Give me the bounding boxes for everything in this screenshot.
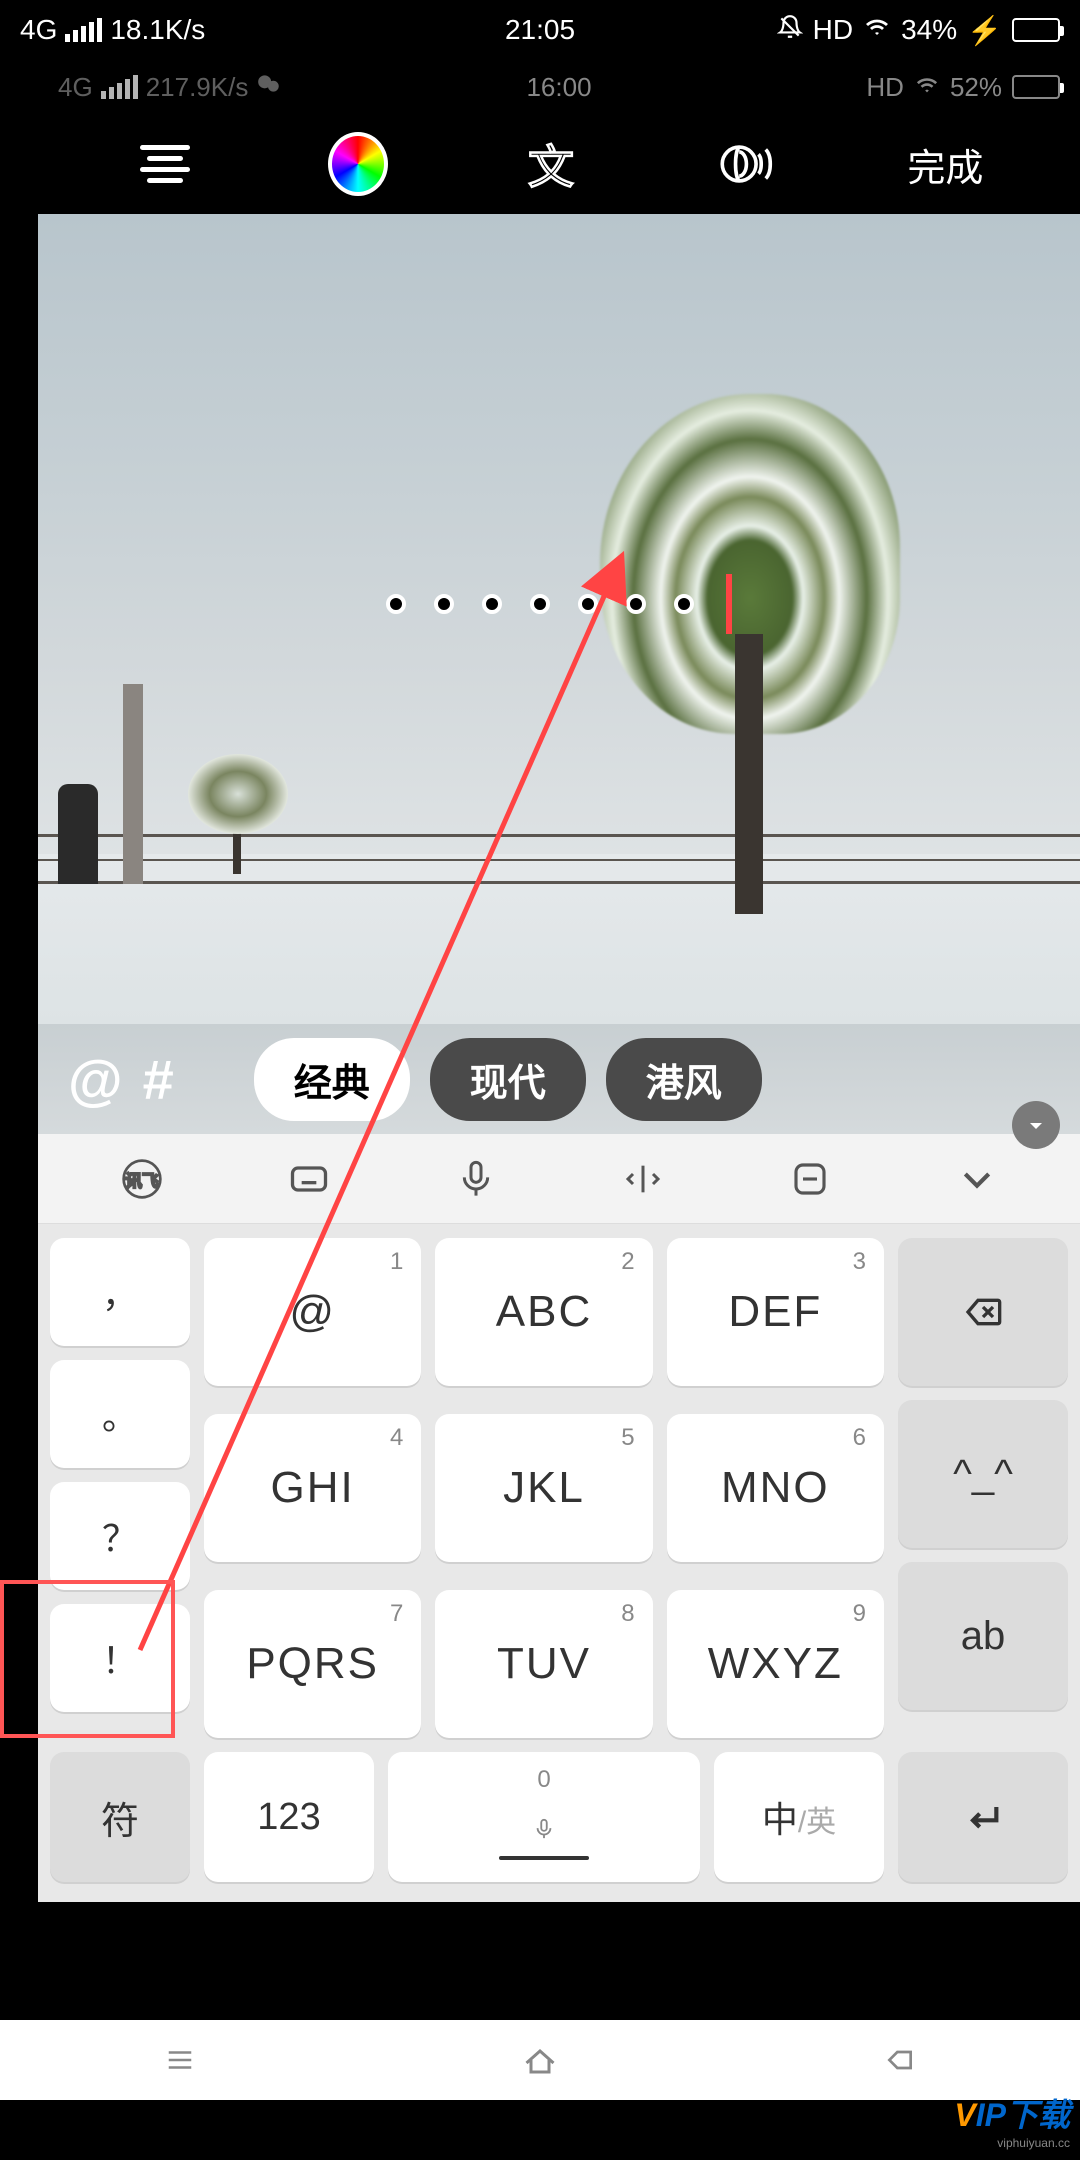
key-8-tuv[interactable]: 8TUV xyxy=(435,1590,652,1738)
enter-icon xyxy=(958,1797,1008,1837)
key-9-wxyz[interactable]: 9WXYZ xyxy=(667,1590,884,1738)
photo-tower xyxy=(123,684,143,884)
ime-toolbar: 讯飞 xyxy=(38,1134,1080,1224)
home-icon xyxy=(518,2042,562,2078)
charging-icon: ⚡ xyxy=(967,14,1002,47)
key-language[interactable]: 中/英 xyxy=(714,1752,884,1882)
key-3-def[interactable]: 3DEF xyxy=(667,1238,884,1386)
key-enter[interactable] xyxy=(898,1752,1068,1882)
inner-network: 4G xyxy=(58,72,93,103)
text-input-overlay[interactable] xyxy=(386,574,732,634)
style-modern[interactable]: 现代 xyxy=(430,1038,586,1121)
key-comma[interactable]: ， xyxy=(50,1238,190,1346)
inner-status-bar: 4G 217.9K/s 16:00 HD 52% xyxy=(38,60,1080,114)
photo-small-tree xyxy=(188,754,288,874)
signal-icon xyxy=(65,18,102,42)
nav-menu-button[interactable] xyxy=(150,2040,210,2080)
key-backspace[interactable] xyxy=(898,1238,1068,1386)
key-numbers[interactable]: 123 xyxy=(204,1752,374,1882)
mention-button[interactable]: @ xyxy=(68,1047,123,1112)
voice-button[interactable] xyxy=(714,134,774,194)
inner-battery-pct: 52% xyxy=(950,72,1002,103)
net-speed: 18.1K/s xyxy=(110,14,205,46)
inner-battery-icon xyxy=(1012,75,1060,99)
key-ab[interactable]: ab xyxy=(898,1562,1068,1710)
inner-signal-icon xyxy=(101,75,138,99)
ime-voice-button[interactable] xyxy=(451,1154,501,1204)
key-7-pqrs[interactable]: 7PQRS xyxy=(204,1590,421,1738)
outer-status-bar: 4G 18.1K/s 21:05 HD 34% ⚡ xyxy=(0,0,1080,60)
font-style-button[interactable]: 文 xyxy=(521,134,581,194)
ime-clipboard-button[interactable] xyxy=(785,1154,835,1204)
photo-canvas[interactable] xyxy=(38,214,1080,1024)
collapse-styles-button[interactable] xyxy=(1012,1101,1060,1149)
key-question[interactable]: ？ xyxy=(50,1482,190,1590)
key-5-jkl[interactable]: 5JKL xyxy=(435,1414,652,1562)
keyboard-icon xyxy=(287,1157,331,1201)
text-cursor xyxy=(726,574,732,634)
watermark: VIP下载 viphuiyuan.cc xyxy=(954,2090,1070,2150)
nav-back-button[interactable] xyxy=(870,2040,930,2080)
backspace-icon xyxy=(957,1292,1009,1332)
key-period[interactable]: 。 xyxy=(50,1360,190,1468)
color-wheel-icon xyxy=(328,132,388,196)
cursor-move-icon xyxy=(619,1159,667,1199)
network-type: 4G xyxy=(20,14,57,46)
keyboard: ， 。 ？ ！ 1@ 2ABC 3DEF 4GHI 5JKL 6MNO 7PQR… xyxy=(38,1224,1080,1902)
clock: 21:05 xyxy=(505,14,575,46)
svg-text:讯飞: 讯飞 xyxy=(125,1171,158,1190)
letter-grid: 1@ 2ABC 3DEF 4GHI 5JKL 6MNO 7PQRS 8TUV 9… xyxy=(204,1238,884,1752)
func-column: ^_^ ab xyxy=(898,1238,1068,1752)
inner-clock: 16:00 xyxy=(526,72,591,103)
nav-home-button[interactable] xyxy=(510,2040,570,2080)
style-hongkong[interactable]: 港风 xyxy=(606,1038,762,1121)
chevron-down-icon xyxy=(957,1159,997,1199)
hd-label: HD xyxy=(813,14,853,46)
voice-icon xyxy=(715,135,773,193)
inner-wifi-icon xyxy=(914,72,940,103)
editor-toolbar: 文 完成 xyxy=(38,114,1080,214)
clipboard-icon xyxy=(789,1158,831,1200)
space-mic-icon xyxy=(533,1816,555,1849)
key-4-ghi[interactable]: 4GHI xyxy=(204,1414,421,1562)
key-2-abc[interactable]: 2ABC xyxy=(435,1238,652,1386)
app-frame: 4G 217.9K/s 16:00 HD 52% 文 xyxy=(38,60,1080,2015)
key-symbols[interactable]: 符 xyxy=(50,1752,190,1882)
dnd-icon xyxy=(777,14,803,47)
arrow-down-icon xyxy=(1024,1113,1048,1137)
align-button[interactable] xyxy=(135,134,195,194)
back-icon xyxy=(878,2044,922,2076)
iflytek-icon: 讯飞 xyxy=(120,1157,164,1201)
photo-person xyxy=(58,784,98,884)
done-button[interactable]: 完成 xyxy=(907,137,983,192)
inner-speed: 217.9K/s xyxy=(146,72,249,103)
color-picker-button[interactable] xyxy=(328,134,388,194)
text-style-icon: 文 xyxy=(528,131,574,197)
style-classic[interactable]: 经典 xyxy=(254,1038,410,1121)
key-emoji[interactable]: ^_^ xyxy=(898,1400,1068,1548)
key-space[interactable]: 0 xyxy=(388,1752,700,1882)
menu-icon xyxy=(160,2045,200,2075)
ime-collapse-button[interactable] xyxy=(952,1154,1002,1204)
key-exclaim[interactable]: ！ xyxy=(50,1604,190,1712)
inner-hd: HD xyxy=(866,72,904,103)
align-center-icon xyxy=(140,145,190,183)
text-style-bar: @ # 经典 现代 港风 xyxy=(38,1024,1080,1134)
battery-icon xyxy=(1012,18,1060,42)
battery-pct: 34% xyxy=(901,14,957,46)
microphone-icon xyxy=(456,1157,496,1201)
ime-keyboard-button[interactable] xyxy=(284,1154,334,1204)
key-1-at[interactable]: 1@ xyxy=(204,1238,421,1386)
photo-tree xyxy=(560,394,940,914)
wechat-icon xyxy=(256,71,282,104)
wifi-icon xyxy=(863,14,891,46)
ime-cursor-button[interactable] xyxy=(618,1154,668,1204)
system-nav-bar xyxy=(0,2020,1080,2100)
ime-logo-button[interactable]: 讯飞 xyxy=(117,1154,167,1204)
punct-column: ， 。 ？ ！ xyxy=(50,1238,190,1752)
key-6-mno[interactable]: 6MNO xyxy=(667,1414,884,1562)
hashtag-button[interactable]: # xyxy=(143,1047,174,1112)
